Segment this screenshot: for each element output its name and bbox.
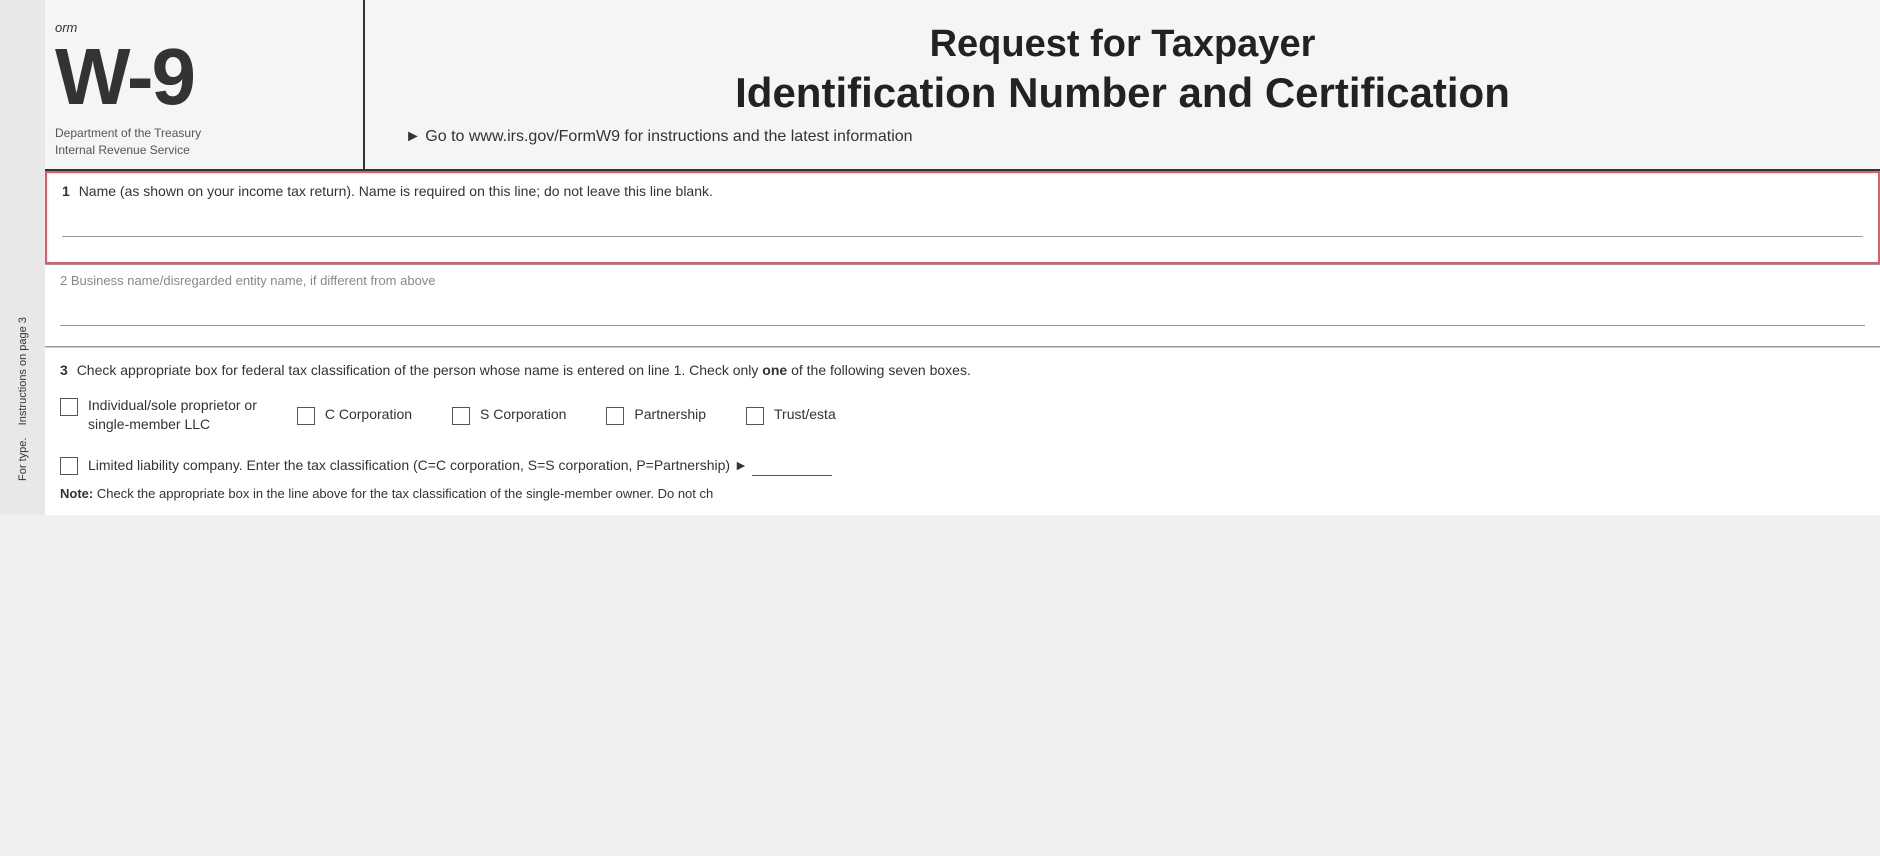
sidebar-type-text: For type. bbox=[17, 437, 29, 480]
section-2-label: 2 Business name/disregarded entity name,… bbox=[60, 273, 1865, 288]
header-content: orm W-9 Department of the Treasury Inter… bbox=[45, 0, 1880, 171]
section-1-text: Name (as shown on your income tax return… bbox=[79, 183, 713, 199]
llc-field-line[interactable] bbox=[752, 475, 832, 476]
form-title-main: Request for Taxpayer bbox=[930, 22, 1316, 68]
page-container: orm W-9 Department of the Treasury Inter… bbox=[0, 0, 1880, 856]
checkbox-c-corp-box[interactable] bbox=[297, 407, 315, 425]
section-2-text: Business name/disregarded entity name, i… bbox=[71, 273, 436, 288]
llc-label: Limited liability company. Enter the tax… bbox=[88, 457, 748, 473]
section-2-num: 2 bbox=[60, 273, 67, 288]
checkbox-partnership: Partnership bbox=[606, 405, 706, 425]
checkbox-individual-label-line2: single-member LLC bbox=[88, 415, 257, 435]
checkbox-individual-box[interactable] bbox=[60, 398, 78, 416]
form-url: ► Go to www.irs.gov/FormW9 for instructi… bbox=[385, 128, 913, 146]
sidebar-instructions-text: Instructions on page 3 bbox=[17, 317, 29, 425]
checkboxes-row: Individual/sole proprietor or single-mem… bbox=[60, 396, 1865, 435]
section-1: 1 Name (as shown on your income tax retu… bbox=[45, 171, 1880, 264]
section-3-num: 3 bbox=[60, 362, 68, 378]
section-2-field[interactable] bbox=[60, 296, 1865, 326]
checkbox-partnership-box[interactable] bbox=[606, 407, 624, 425]
header-left: orm W-9 Department of the Treasury Inter… bbox=[45, 0, 365, 169]
section-3-title-part2: of the following seven boxes. bbox=[791, 362, 971, 378]
checkbox-s-corp-box[interactable] bbox=[452, 407, 470, 425]
section-3: 3 Check appropriate box for federal tax … bbox=[45, 347, 1880, 516]
header-wrapper: orm W-9 Department of the Treasury Inter… bbox=[0, 0, 1880, 171]
left-sidebar: For type. Instructions on page 3 bbox=[0, 171, 45, 516]
llc-row: Limited liability company. Enter the tax… bbox=[60, 455, 1865, 476]
note-bold: Note: bbox=[60, 486, 93, 501]
checkbox-individual: Individual/sole proprietor or single-mem… bbox=[60, 396, 257, 435]
section-1-num: 1 bbox=[62, 183, 70, 199]
section-3-title-part1: Check appropriate box for federal tax cl… bbox=[77, 362, 759, 378]
agency-line2: Internal Revenue Service bbox=[55, 142, 343, 159]
header-right: Request for Taxpayer Identification Numb… bbox=[365, 0, 1880, 169]
section-3-title-bold: one bbox=[762, 362, 787, 378]
checkbox-c-corp: C Corporation bbox=[297, 405, 412, 425]
checkbox-partnership-label: Partnership bbox=[634, 405, 706, 425]
rotated-text: For type. Instructions on page 3 bbox=[17, 179, 29, 619]
rotated-text-container: For type. Instructions on page 3 bbox=[0, 171, 45, 627]
agency-line1: Department of the Treasury bbox=[55, 125, 343, 142]
section-3-title: 3 Check appropriate box for federal tax … bbox=[60, 360, 1865, 381]
note-text: Note: Check the appropriate box in the l… bbox=[60, 484, 1865, 504]
header-left-pad bbox=[0, 0, 45, 171]
checkbox-s-corp: S Corporation bbox=[452, 405, 566, 425]
checkbox-individual-label-line1: Individual/sole proprietor or bbox=[88, 396, 257, 416]
checkbox-individual-label: Individual/sole proprietor or single-mem… bbox=[88, 396, 257, 435]
agency-info: Department of the Treasury Internal Reve… bbox=[55, 125, 343, 159]
section-2: 2 Business name/disregarded entity name,… bbox=[45, 264, 1880, 347]
form-title-sub: Identification Number and Certification bbox=[735, 68, 1510, 118]
form-number: W-9 bbox=[55, 37, 343, 117]
checkbox-c-corp-label: C Corporation bbox=[325, 405, 412, 425]
checkbox-trust: Trust/esta bbox=[746, 405, 836, 425]
form-header: orm W-9 Department of the Treasury Inter… bbox=[45, 0, 1880, 171]
checkbox-trust-label: Trust/esta bbox=[774, 405, 836, 425]
checkbox-llc-box[interactable] bbox=[60, 457, 78, 475]
section-1-label: 1 Name (as shown on your income tax retu… bbox=[62, 183, 1863, 199]
main-content: For type. Instructions on page 3 1 Name … bbox=[0, 171, 1880, 516]
section-1-field[interactable] bbox=[62, 207, 1863, 237]
form-sections: 1 Name (as shown on your income tax retu… bbox=[45, 171, 1880, 516]
llc-text: Limited liability company. Enter the tax… bbox=[88, 455, 832, 476]
checkbox-trust-box[interactable] bbox=[746, 407, 764, 425]
checkbox-s-corp-label: S Corporation bbox=[480, 405, 566, 425]
note-content: Check the appropriate box in the line ab… bbox=[97, 486, 713, 501]
